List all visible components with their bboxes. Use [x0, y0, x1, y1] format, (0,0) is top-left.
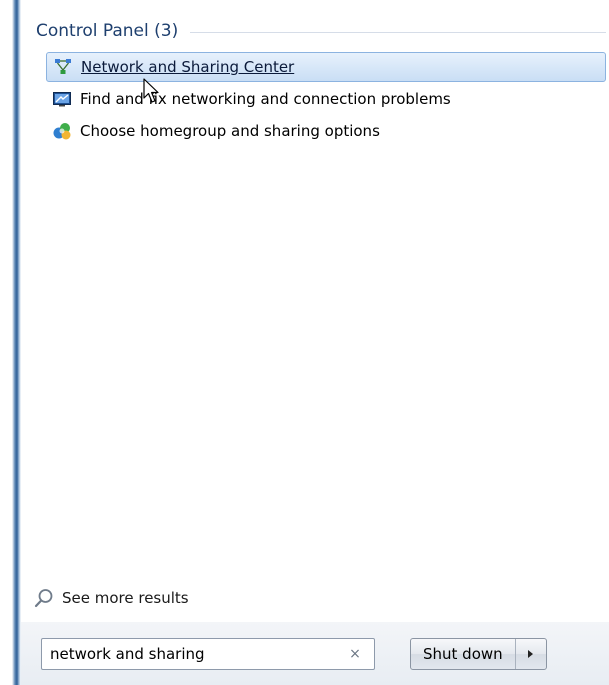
menu-left-edge	[0, 0, 21, 685]
result-label: Network and Sharing Center	[81, 58, 295, 76]
search-icon	[34, 588, 54, 608]
result-network-sharing-center[interactable]: Network and Sharing Center	[46, 52, 606, 82]
result-homegroup-sharing[interactable]: Choose homegroup and sharing options	[46, 116, 606, 146]
search-input[interactable]	[42, 639, 342, 669]
shut-down-button[interactable]: Shut down	[411, 639, 516, 669]
result-label: Find and fix networking and connection p…	[80, 90, 451, 108]
clear-search-button[interactable]: ×	[342, 641, 368, 667]
see-more-results-link[interactable]: See more results	[34, 585, 189, 611]
group-divider	[190, 32, 606, 33]
result-label: Choose homegroup and sharing options	[80, 122, 380, 140]
troubleshoot-icon	[52, 90, 72, 108]
network-sharing-icon	[53, 58, 73, 76]
arrow-right-icon	[527, 650, 533, 658]
power-controls: Shut down	[410, 638, 547, 670]
search-box: ×	[41, 638, 375, 670]
start-menu-bottom-bar: × Shut down	[21, 622, 609, 685]
start-menu: Control Panel (3) Network and Sharing Ce…	[0, 0, 609, 685]
search-results-pane: Control Panel (3) Network and Sharing Ce…	[30, 0, 609, 620]
results-group-header: Control Panel (3)	[36, 18, 606, 44]
shutdown-options-button[interactable]	[516, 639, 546, 669]
group-title: Control Panel (3)	[36, 21, 179, 41]
see-more-label: See more results	[62, 589, 189, 607]
homegroup-icon	[52, 122, 72, 140]
result-find-and-fix-networking[interactable]: Find and fix networking and connection p…	[46, 84, 606, 114]
